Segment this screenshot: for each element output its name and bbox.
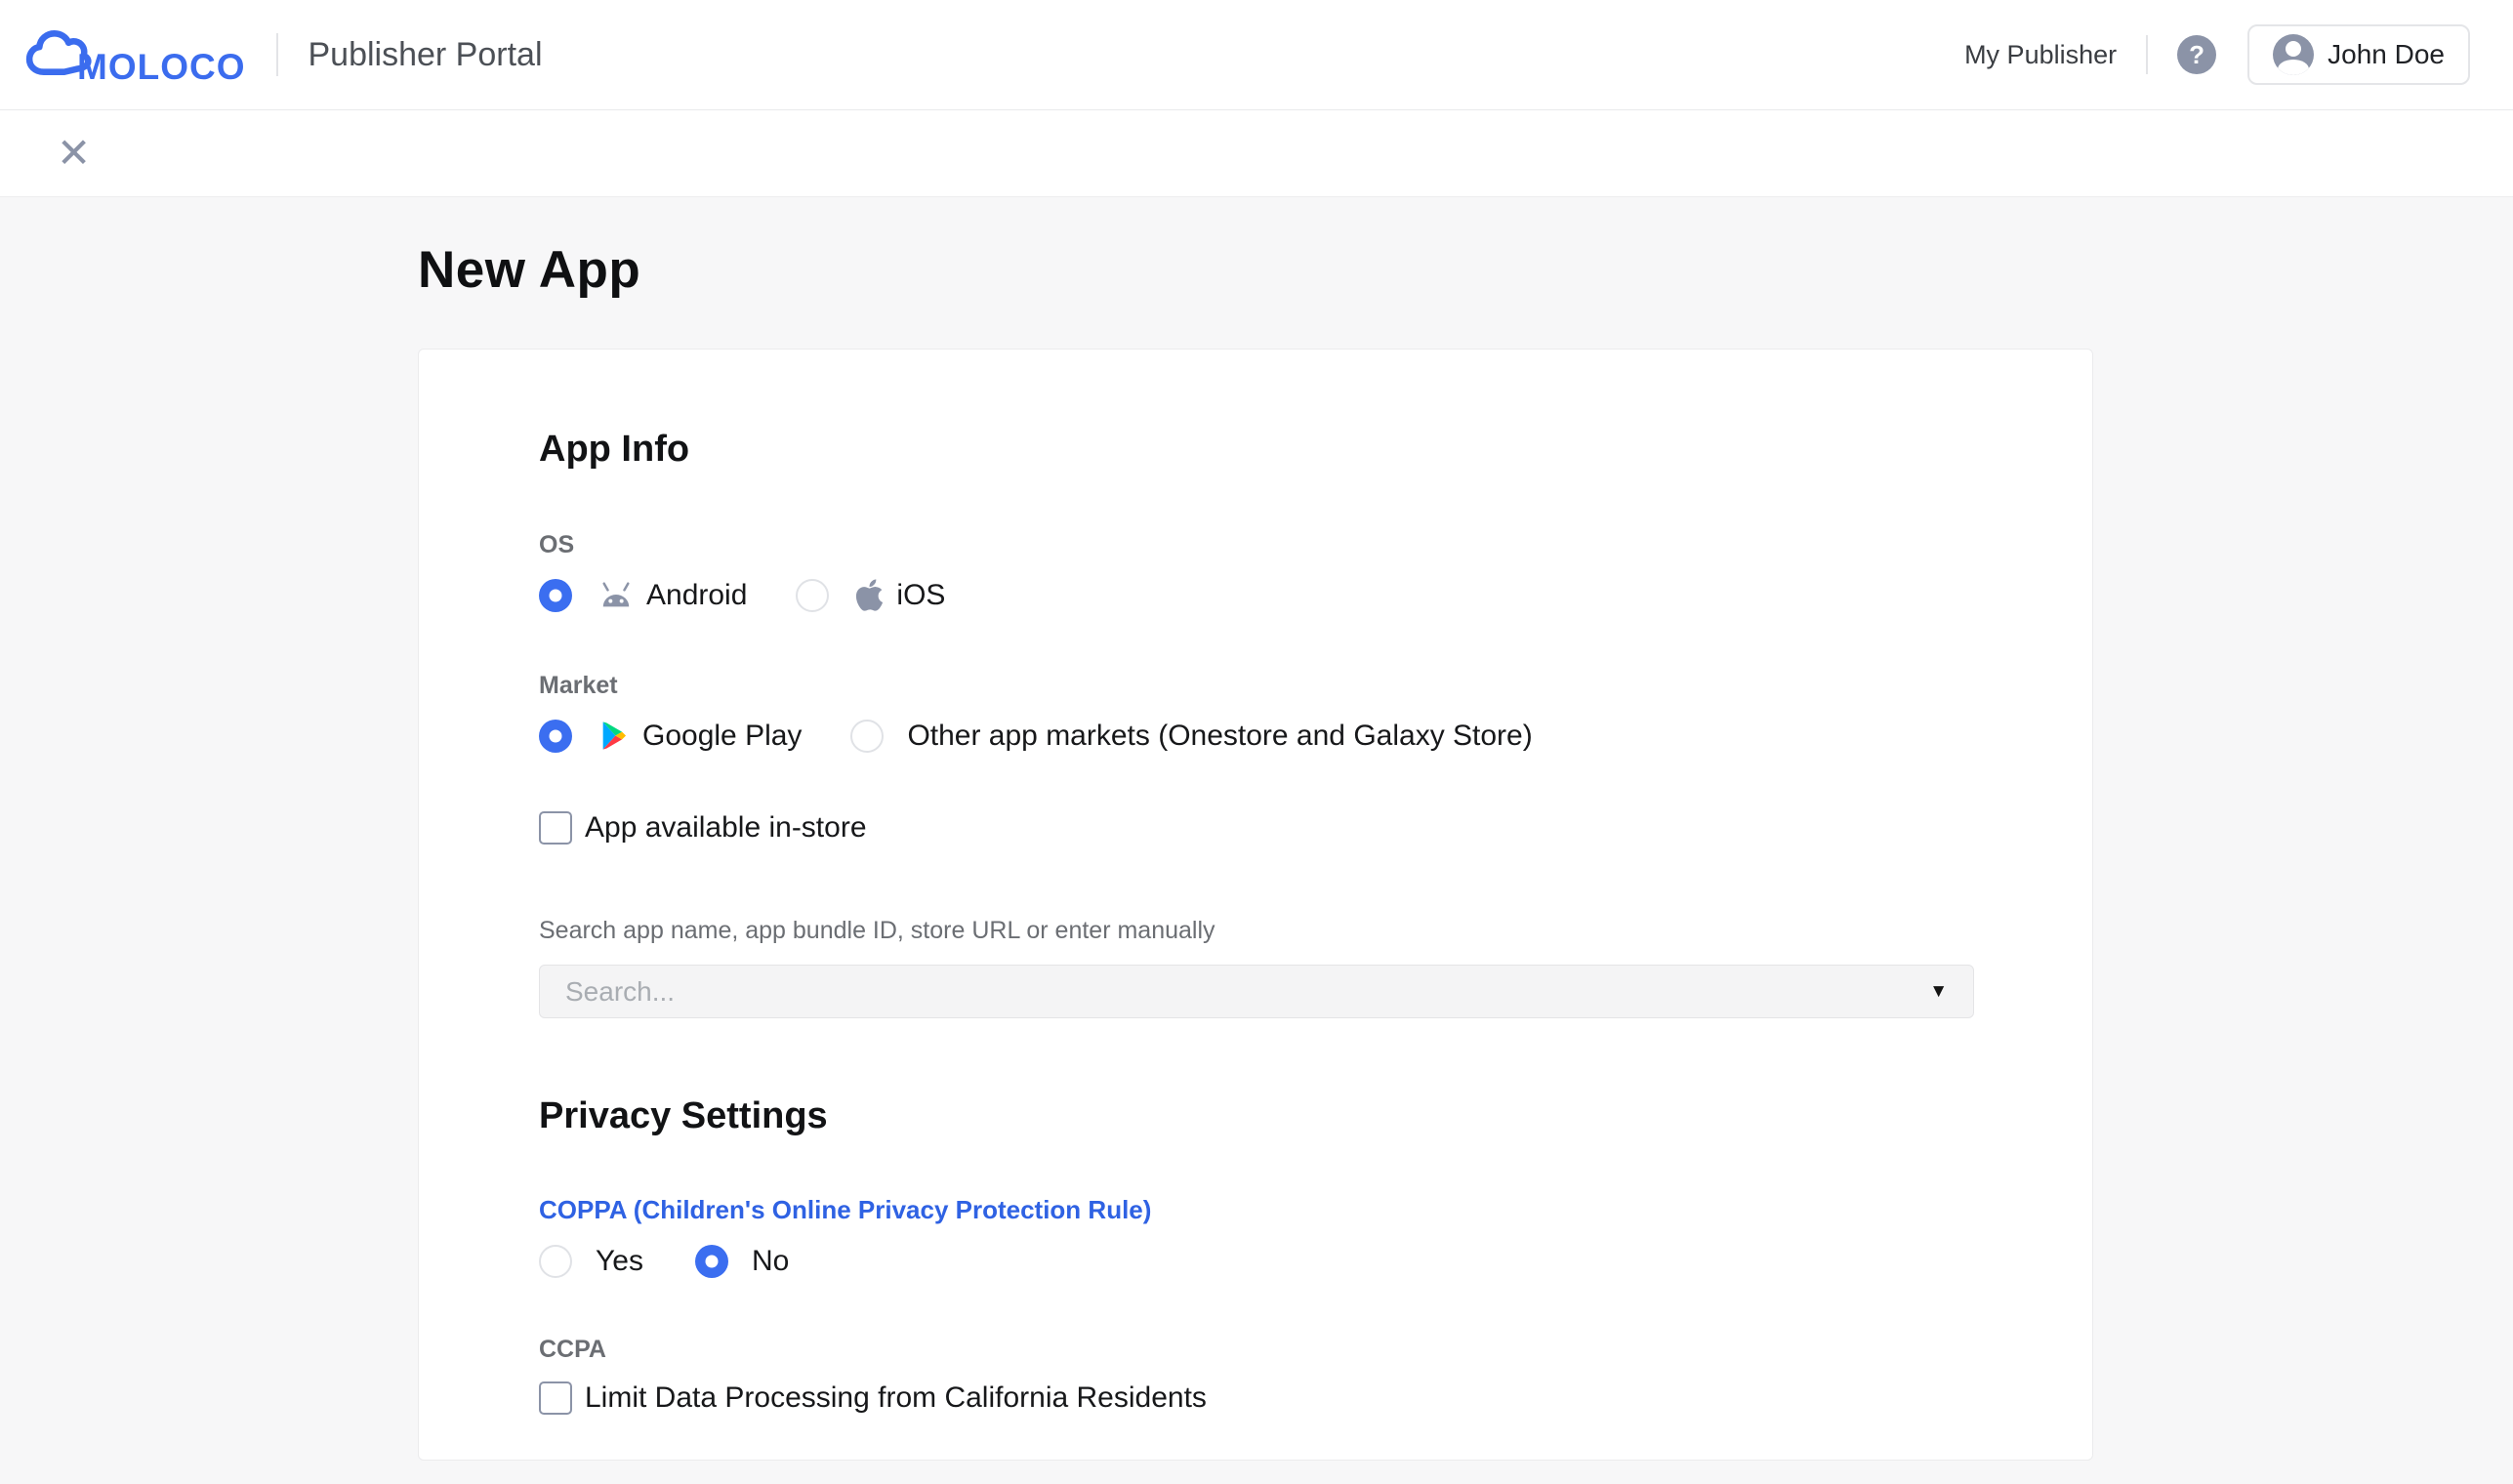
radio-selected-icon[interactable] xyxy=(539,720,572,753)
checkbox-unchecked-icon[interactable] xyxy=(539,811,572,845)
app-search-label: Search app name, app bundle ID, store UR… xyxy=(539,917,1972,945)
app-info-heading: App Info xyxy=(539,429,1972,471)
radio-unselected-icon[interactable] xyxy=(850,720,884,753)
os-option-label[interactable]: Android xyxy=(646,579,747,612)
new-app-form-card: App Info OS Android xyxy=(418,349,2093,1461)
portal-title: Publisher Portal xyxy=(308,36,542,74)
apple-icon xyxy=(854,577,885,613)
avatar-icon xyxy=(2273,34,2314,75)
modal-toolbar: ✕ xyxy=(0,110,2513,197)
chevron-down-icon[interactable]: ▼ xyxy=(1929,981,1948,1003)
my-publisher-link[interactable]: My Publisher xyxy=(1964,40,2117,70)
os-option-label[interactable]: iOS xyxy=(896,579,945,612)
coppa-radio-group: Yes No xyxy=(539,1244,1972,1278)
radio-unselected-icon[interactable] xyxy=(539,1245,572,1278)
android-icon xyxy=(597,579,635,612)
page-title: New App xyxy=(418,240,2513,300)
radio-unselected-icon[interactable] xyxy=(796,579,829,612)
market-option-label[interactable]: Google Play xyxy=(642,720,802,753)
ccpa-checkbox-label[interactable]: Limit Data Processing from California Re… xyxy=(585,1381,1207,1415)
close-icon[interactable]: ✕ xyxy=(57,133,91,174)
ccpa-label: CCPA xyxy=(539,1336,1972,1364)
market-option-other[interactable]: Other app markets (Onestore and Galaxy S… xyxy=(850,720,1532,753)
coppa-option-label[interactable]: Yes xyxy=(596,1245,643,1278)
ccpa-checkbox-row[interactable]: Limit Data Processing from California Re… xyxy=(539,1381,1972,1415)
help-icon[interactable]: ? xyxy=(2177,35,2216,74)
page-content: New App App Info OS Android xyxy=(0,197,2513,1461)
coppa-link[interactable]: COPPA (Children's Online Privacy Protect… xyxy=(539,1195,1151,1225)
os-label: OS xyxy=(539,531,1972,559)
radio-selected-icon[interactable] xyxy=(695,1245,728,1278)
coppa-option-label[interactable]: No xyxy=(752,1245,789,1278)
market-label: Market xyxy=(539,672,1972,700)
market-option-label[interactable]: Other app markets (Onestore and Galaxy S… xyxy=(907,720,1532,753)
user-name: John Doe xyxy=(2328,39,2445,70)
header-divider xyxy=(276,33,278,76)
google-play-icon xyxy=(597,718,631,754)
in-store-checkbox-row[interactable]: App available in-store xyxy=(539,811,1972,845)
coppa-option-yes[interactable]: Yes xyxy=(539,1245,643,1278)
os-radio-group: Android iOS xyxy=(539,578,1972,612)
logo-wordmark: MOLOCO xyxy=(77,49,245,88)
moloco-logo[interactable]: MOLOCO xyxy=(24,22,245,88)
os-option-android[interactable]: Android xyxy=(539,579,747,612)
app-search-input[interactable] xyxy=(565,976,1913,1008)
market-option-google-play[interactable]: Google Play xyxy=(539,718,802,754)
os-option-ios[interactable]: iOS xyxy=(796,577,945,613)
in-store-checkbox-label[interactable]: App available in-store xyxy=(585,811,867,845)
market-radio-group: Google Play Other app markets (Onestore … xyxy=(539,719,1972,753)
radio-selected-icon[interactable] xyxy=(539,579,572,612)
privacy-settings-heading: Privacy Settings xyxy=(539,1095,1972,1137)
coppa-option-no[interactable]: No xyxy=(695,1245,789,1278)
checkbox-unchecked-icon[interactable] xyxy=(539,1381,572,1415)
user-menu-button[interactable]: John Doe xyxy=(2247,24,2470,85)
app-header: MOLOCO Publisher Portal My Publisher ? J… xyxy=(0,0,2513,110)
header-divider xyxy=(2146,35,2148,74)
app-search-select[interactable]: ▼ xyxy=(539,965,1974,1018)
